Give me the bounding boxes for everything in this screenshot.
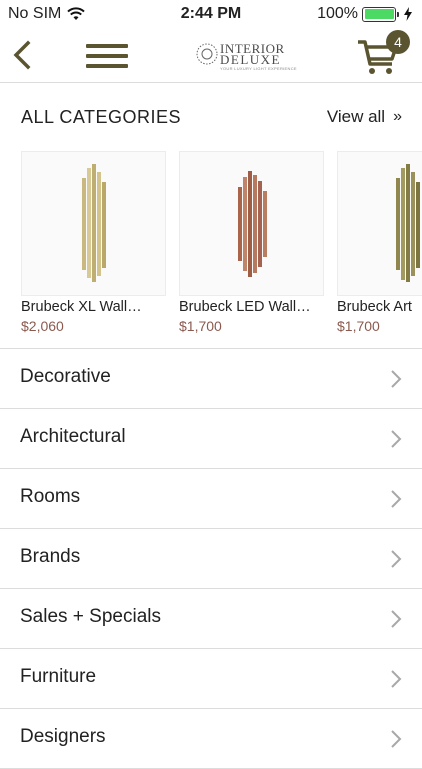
category-label: Furniture <box>20 666 97 687</box>
double-chevron-right-icon: » <box>393 108 402 125</box>
wall-lamp-image-icon <box>237 170 267 277</box>
chevron-right-icon <box>391 490 402 508</box>
battery-percent: 100% <box>317 5 358 22</box>
logo-emblem-icon <box>196 43 218 65</box>
cart-button[interactable]: 4 <box>356 30 416 78</box>
chevron-right-icon <box>391 670 402 688</box>
product-card[interactable]: Brubeck LED Wall… $1,700 <box>179 151 324 334</box>
status-bar: No SIM 2:44 PM 100% <box>0 0 422 28</box>
product-price: $1,700 <box>337 318 380 334</box>
product-name: Brubeck Art <box>337 299 412 315</box>
section-title: ALL CATEGORIES <box>21 107 182 127</box>
product-name: Brubeck LED Wall… <box>179 299 311 315</box>
product-image[interactable] <box>21 151 166 296</box>
product-image[interactable] <box>337 151 422 296</box>
category-list: Decorative Architectural Rooms Brands Sa… <box>0 348 422 769</box>
menu-icon[interactable] <box>86 42 128 70</box>
product-card[interactable]: Brubeck XL Wall… $2,060 <box>21 151 166 334</box>
wall-lamp-image-icon <box>396 163 420 282</box>
category-label: Rooms <box>20 486 81 507</box>
battery-status: 100% <box>317 5 412 23</box>
chevron-right-icon <box>391 550 402 568</box>
chevron-right-icon <box>391 430 402 448</box>
category-label: Sales + Specials <box>20 606 161 627</box>
category-item-brands[interactable]: Brands <box>0 529 422 589</box>
category-item-designers[interactable]: Designers <box>0 709 422 769</box>
view-all-link[interactable]: View all » <box>326 107 402 127</box>
category-label: Designers <box>20 726 106 747</box>
category-item-furniture[interactable]: Furniture <box>0 649 422 709</box>
category-item-decorative[interactable]: Decorative <box>0 349 422 409</box>
category-label: Brands <box>20 546 81 567</box>
chevron-right-icon <box>391 370 402 388</box>
brand-logo[interactable]: INTERIOR DELUXE YOUR LUXURY LIGHT EXPERI… <box>195 40 297 72</box>
chevron-right-icon <box>391 610 402 628</box>
logo-tagline: YOUR LUXURY LIGHT EXPERIENCE <box>220 66 297 71</box>
product-name: Brubeck XL Wall… <box>21 299 142 315</box>
back-icon[interactable] <box>10 40 34 70</box>
product-card[interactable]: Brubeck Art $1,700 <box>337 151 422 334</box>
navigation-bar: INTERIOR DELUXE YOUR LUXURY LIGHT EXPERI… <box>0 28 422 83</box>
category-item-architectural[interactable]: Architectural <box>0 409 422 469</box>
product-carousel[interactable]: Brubeck XL Wall… $2,060 Brubeck LED Wall… <box>21 151 422 341</box>
wall-lamp-image-icon <box>81 163 106 282</box>
cart-count-badge: 4 <box>386 30 410 54</box>
category-item-sales-specials[interactable]: Sales + Specials <box>0 589 422 649</box>
product-image[interactable] <box>179 151 324 296</box>
category-label: Decorative <box>20 366 111 387</box>
battery-icon <box>362 6 399 22</box>
product-price: $2,060 <box>21 318 64 334</box>
product-price: $1,700 <box>179 318 222 334</box>
chevron-right-icon <box>391 730 402 748</box>
view-all-label: View all <box>326 107 386 126</box>
category-label: Architectural <box>20 426 126 447</box>
charging-icon <box>404 7 412 21</box>
category-item-rooms[interactable]: Rooms <box>0 469 422 529</box>
